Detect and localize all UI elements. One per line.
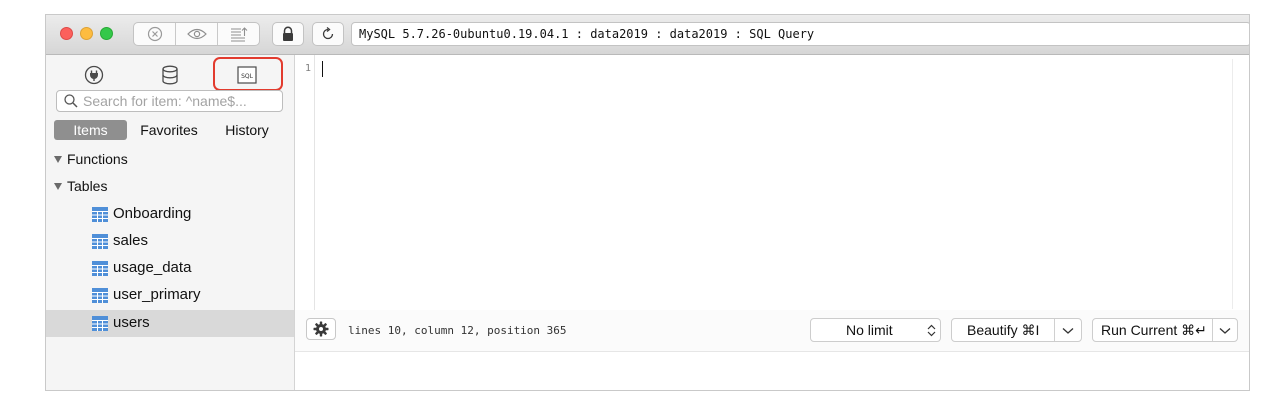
stop-query-button[interactable]: [134, 23, 176, 45]
table-icon: [92, 316, 108, 331]
minimize-window-button[interactable]: [80, 27, 93, 40]
table-item-users[interactable]: users: [46, 310, 294, 337]
limit-select[interactable]: No limit: [810, 318, 941, 342]
text-cursor: [322, 61, 323, 77]
button-divider: [1054, 319, 1055, 341]
sidebar: SQL Search for item: ^name$... Items Fav…: [46, 55, 295, 390]
sql-query-nav-button[interactable]: SQL: [234, 63, 260, 87]
editor-settings-button[interactable]: [306, 318, 336, 340]
table-icon: [92, 234, 108, 249]
list-arrow-icon: [230, 27, 247, 42]
run-current-button[interactable]: Run Current ⌘↵: [1092, 318, 1238, 342]
table-item-user-primary[interactable]: user_primary: [46, 282, 294, 309]
table-icon: [92, 288, 108, 303]
close-window-button[interactable]: [60, 27, 73, 40]
functions-section[interactable]: Functions: [54, 149, 128, 169]
sql-icon-text: SQL: [241, 73, 254, 80]
chevron-down-icon[interactable]: [1062, 327, 1074, 335]
tables-section[interactable]: Tables: [54, 176, 107, 196]
database-nav-button[interactable]: [157, 63, 183, 87]
cursor-position-status: lines 10, column 12, position 365: [348, 324, 567, 337]
table-label: usage_data: [113, 259, 192, 276]
chevron-down-icon[interactable]: [1219, 327, 1231, 335]
table-item-sales[interactable]: sales: [46, 228, 294, 255]
table-label: sales: [113, 232, 149, 249]
search-placeholder: Search for item: ^name$...: [83, 93, 247, 109]
refresh-icon: [322, 26, 334, 40]
gear-icon: [313, 321, 329, 337]
table-item-usage-data[interactable]: usage_data: [46, 255, 294, 282]
tab-history[interactable]: History: [212, 120, 282, 140]
line-number: 1: [305, 63, 312, 74]
editor-statusbar: lines 10, column 12, position 365 No lim…: [295, 310, 1249, 352]
database-icon: [162, 65, 178, 85]
tab-items[interactable]: Items: [54, 120, 127, 140]
close-circle-icon: [147, 26, 162, 42]
sql-editor[interactable]: 1: [295, 55, 1249, 310]
limit-select-value: No limit: [846, 322, 893, 338]
editor-scrollbar[interactable]: [1232, 59, 1243, 309]
plug-icon: [84, 65, 104, 85]
lock-button[interactable]: [272, 22, 304, 46]
zoom-window-button[interactable]: [100, 27, 113, 40]
table-icon: [92, 207, 108, 222]
search-input[interactable]: Search for item: ^name$...: [56, 90, 283, 112]
lock-icon: [283, 26, 293, 41]
beautify-label: Beautify ⌘I: [967, 322, 1040, 338]
line-gutter: 1: [295, 55, 315, 310]
tables-label: Tables: [67, 178, 108, 194]
run-current-label: Run Current ⌘↵: [1101, 322, 1207, 338]
beautify-button[interactable]: Beautify ⌘I: [951, 318, 1082, 342]
table-label: Onboarding: [113, 205, 192, 222]
window-toolbar: MySQL 5.7.26-0ubuntu0.19.04.1 : data2019…: [46, 15, 1249, 55]
toolbar-button-group: [133, 22, 260, 46]
updown-chevron-icon: [927, 324, 936, 337]
table-label: user_primary: [113, 286, 201, 303]
functions-label: Functions: [67, 151, 128, 167]
table-item-onboarding[interactable]: Onboarding: [46, 201, 294, 228]
app-window: MySQL 5.7.26-0ubuntu0.19.04.1 : data2019…: [45, 14, 1250, 391]
disclosure-triangle-icon: [54, 156, 62, 163]
table-label: users: [113, 314, 150, 331]
sidebar-tabs: Items Favorites History: [54, 120, 284, 140]
sql-file-icon: SQL: [237, 66, 257, 84]
button-divider: [1212, 319, 1213, 341]
search-icon: [64, 94, 78, 108]
refresh-button[interactable]: [312, 22, 344, 46]
log-button[interactable]: [218, 23, 259, 45]
preview-button[interactable]: [176, 23, 218, 45]
table-icon: [92, 261, 108, 276]
connection-address-bar[interactable]: MySQL 5.7.26-0ubuntu0.19.04.1 : data2019…: [351, 22, 1249, 46]
disclosure-triangle-icon: [54, 183, 62, 190]
tab-favorites[interactable]: Favorites: [131, 120, 207, 140]
connection-nav-button[interactable]: [81, 63, 107, 87]
eye-icon: [186, 28, 207, 40]
